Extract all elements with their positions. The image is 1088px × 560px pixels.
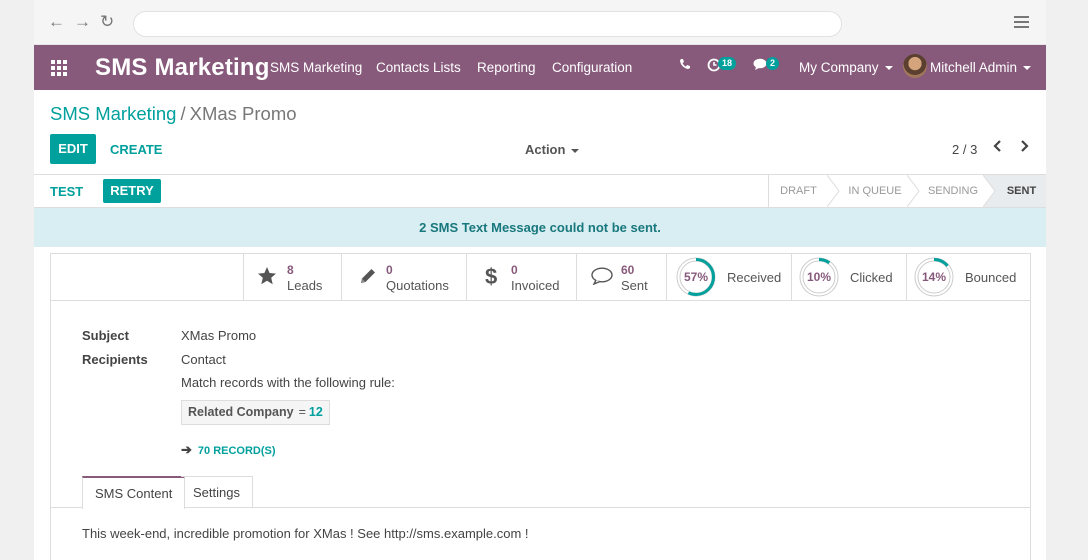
- rule-description: Match records with the following rule:: [181, 375, 395, 390]
- address-bar[interactable]: [133, 11, 842, 37]
- received-percent: 57%: [683, 270, 709, 284]
- leads-count: 8: [287, 263, 294, 277]
- stage-sent: SENT: [997, 175, 1046, 207]
- pager-value[interactable]: 2 / 3: [952, 142, 977, 157]
- menu-contacts-lists[interactable]: Contacts Lists: [376, 60, 461, 75]
- recipients-value: Contact: [181, 352, 226, 367]
- phone-icon[interactable]: [679, 58, 691, 73]
- menu-configuration[interactable]: Configuration: [552, 60, 632, 75]
- back-arrow-icon[interactable]: ←: [48, 13, 65, 31]
- action-dropdown[interactable]: Action: [525, 142, 580, 157]
- form-sheet: 8 Leads 0 Quotations $ 0 Invoiced 60 Sen…: [50, 253, 1031, 560]
- sent-smart-button[interactable]: 60 Sent: [576, 254, 666, 300]
- user-menu[interactable]: Mitchell Admin: [930, 60, 1032, 75]
- clicked-smart-button[interactable]: 10% Clicked: [791, 254, 906, 300]
- pager-next-icon[interactable]: [1019, 138, 1029, 158]
- browser-menu-icon[interactable]: [1014, 16, 1029, 28]
- invoiced-label: Invoiced: [511, 278, 560, 293]
- form-statusbar: TEST RETRY DRAFT IN QUEUE SENDING SENT: [34, 174, 1046, 208]
- breadcrumb-current: XMas Promo: [189, 103, 297, 124]
- tab-settings[interactable]: Settings: [181, 476, 253, 508]
- sent-count: 60: [621, 263, 635, 277]
- create-button[interactable]: CREATE: [110, 142, 162, 157]
- browser-window: ← → ↻ SMS Marketing SMS Marketing Contac…: [34, 0, 1046, 560]
- arrow-right-icon: ➔: [181, 442, 192, 457]
- failure-alert: 2 SMS Text Message could not be sent.: [34, 208, 1046, 247]
- quotations-count: 0: [386, 263, 393, 277]
- bounced-label: Bounced: [965, 270, 1017, 285]
- apps-grid-icon[interactable]: [51, 60, 67, 76]
- retry-button[interactable]: RETRY: [103, 179, 161, 203]
- dollar-icon: $: [485, 264, 498, 289]
- user-name: Mitchell Admin: [930, 60, 1018, 75]
- stage-sending[interactable]: SENDING: [920, 175, 986, 207]
- comment-icon: [591, 267, 613, 291]
- domain-field: Related Company: [188, 405, 294, 419]
- clicked-percent: 10%: [806, 270, 832, 284]
- quotations-label: Quotations: [386, 278, 449, 293]
- invoiced-amount: 0: [511, 263, 518, 277]
- message-badge: 2: [766, 57, 780, 70]
- breadcrumb-parent[interactable]: SMS Marketing: [50, 103, 176, 124]
- chevron-down-icon: [571, 148, 580, 153]
- recipients-label: Recipients: [82, 352, 148, 367]
- company-switcher[interactable]: My Company: [799, 60, 893, 75]
- leads-label: Leads: [287, 278, 323, 293]
- stage-draft[interactable]: DRAFT: [768, 175, 828, 207]
- subject-value: XMas Promo: [181, 328, 257, 343]
- smart-button-box: 8 Leads 0 Quotations $ 0 Invoiced 60 Sen…: [51, 254, 1030, 301]
- menu-sms-marketing[interactable]: SMS Marketing: [270, 60, 362, 75]
- records-link[interactable]: ➔ 70 RECORD(S): [181, 442, 276, 458]
- test-button[interactable]: TEST: [50, 184, 83, 199]
- pencil-icon: [358, 266, 378, 292]
- chevron-down-icon: [1023, 66, 1032, 71]
- reload-icon[interactable]: ↻: [100, 13, 114, 31]
- invoiced-smart-button[interactable]: $ 0 Invoiced: [466, 254, 576, 300]
- domain-operator: =: [298, 405, 306, 419]
- clicked-label: Clicked: [850, 270, 893, 285]
- top-navbar: SMS Marketing SMS Marketing Contacts Lis…: [34, 45, 1046, 90]
- action-label: Action: [525, 142, 566, 157]
- chevron-down-icon: [884, 66, 893, 71]
- activity-badge: 18: [718, 57, 737, 70]
- company-name: My Company: [799, 60, 879, 75]
- received-label: Received: [727, 270, 782, 285]
- app-brand[interactable]: SMS Marketing: [95, 54, 270, 82]
- subject-label: Subject: [82, 328, 129, 343]
- domain-rule-tag[interactable]: Related Company = 12: [181, 400, 330, 425]
- breadcrumb-separator: /: [180, 103, 186, 124]
- quotations-smart-button[interactable]: 0 Quotations: [341, 254, 466, 300]
- forward-arrow-icon[interactable]: →: [74, 13, 91, 31]
- bounced-percent: 14%: [921, 270, 947, 284]
- domain-value: 12: [308, 405, 323, 419]
- edit-button[interactable]: EDIT: [50, 134, 96, 164]
- stage-in-queue[interactable]: IN QUEUE: [840, 175, 910, 207]
- star-icon: [257, 266, 277, 292]
- leads-smart-button[interactable]: 8 Leads: [243, 254, 341, 300]
- avatar[interactable]: [903, 54, 927, 78]
- bounced-smart-button[interactable]: 14% Bounced: [906, 254, 1030, 300]
- records-count: 70 RECORD(S): [197, 445, 276, 457]
- sent-label: Sent: [621, 278, 648, 293]
- tab-sms-content[interactable]: SMS Content: [82, 476, 186, 509]
- browser-toolbar: ← → ↻: [34, 0, 1046, 45]
- notebook-tabs: SMS Content Settings: [51, 476, 1030, 509]
- menu-reporting[interactable]: Reporting: [477, 60, 536, 75]
- sms-body-text[interactable]: This week-end, incredible promotion for …: [82, 526, 529, 541]
- pager-previous-icon[interactable]: [993, 138, 1003, 158]
- breadcrumb: SMS Marketing / XMas Promo: [50, 103, 297, 125]
- received-smart-button[interactable]: 57% Received: [666, 254, 791, 300]
